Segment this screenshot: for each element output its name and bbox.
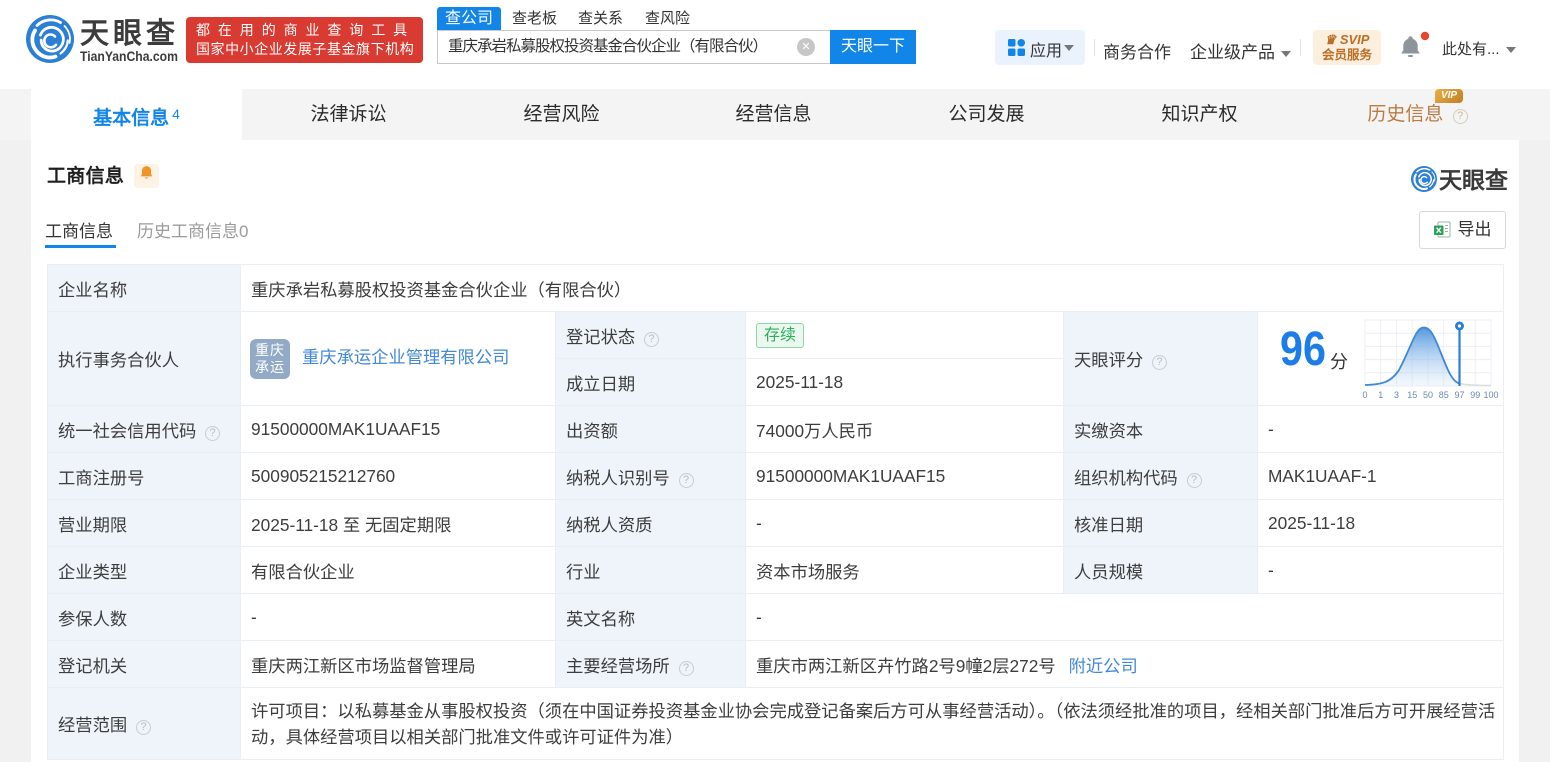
svg-text:15: 15 <box>1407 390 1417 400</box>
svg-text:3: 3 <box>1394 390 1399 400</box>
svg-text:100: 100 <box>1483 390 1498 400</box>
svg-text:1: 1 <box>1378 390 1383 400</box>
svg-text:0: 0 <box>1362 390 1367 400</box>
svg-text:97: 97 <box>1454 390 1464 400</box>
svg-text:50: 50 <box>1423 390 1433 400</box>
svg-text:85: 85 <box>1439 390 1449 400</box>
svg-text:99: 99 <box>1470 390 1480 400</box>
